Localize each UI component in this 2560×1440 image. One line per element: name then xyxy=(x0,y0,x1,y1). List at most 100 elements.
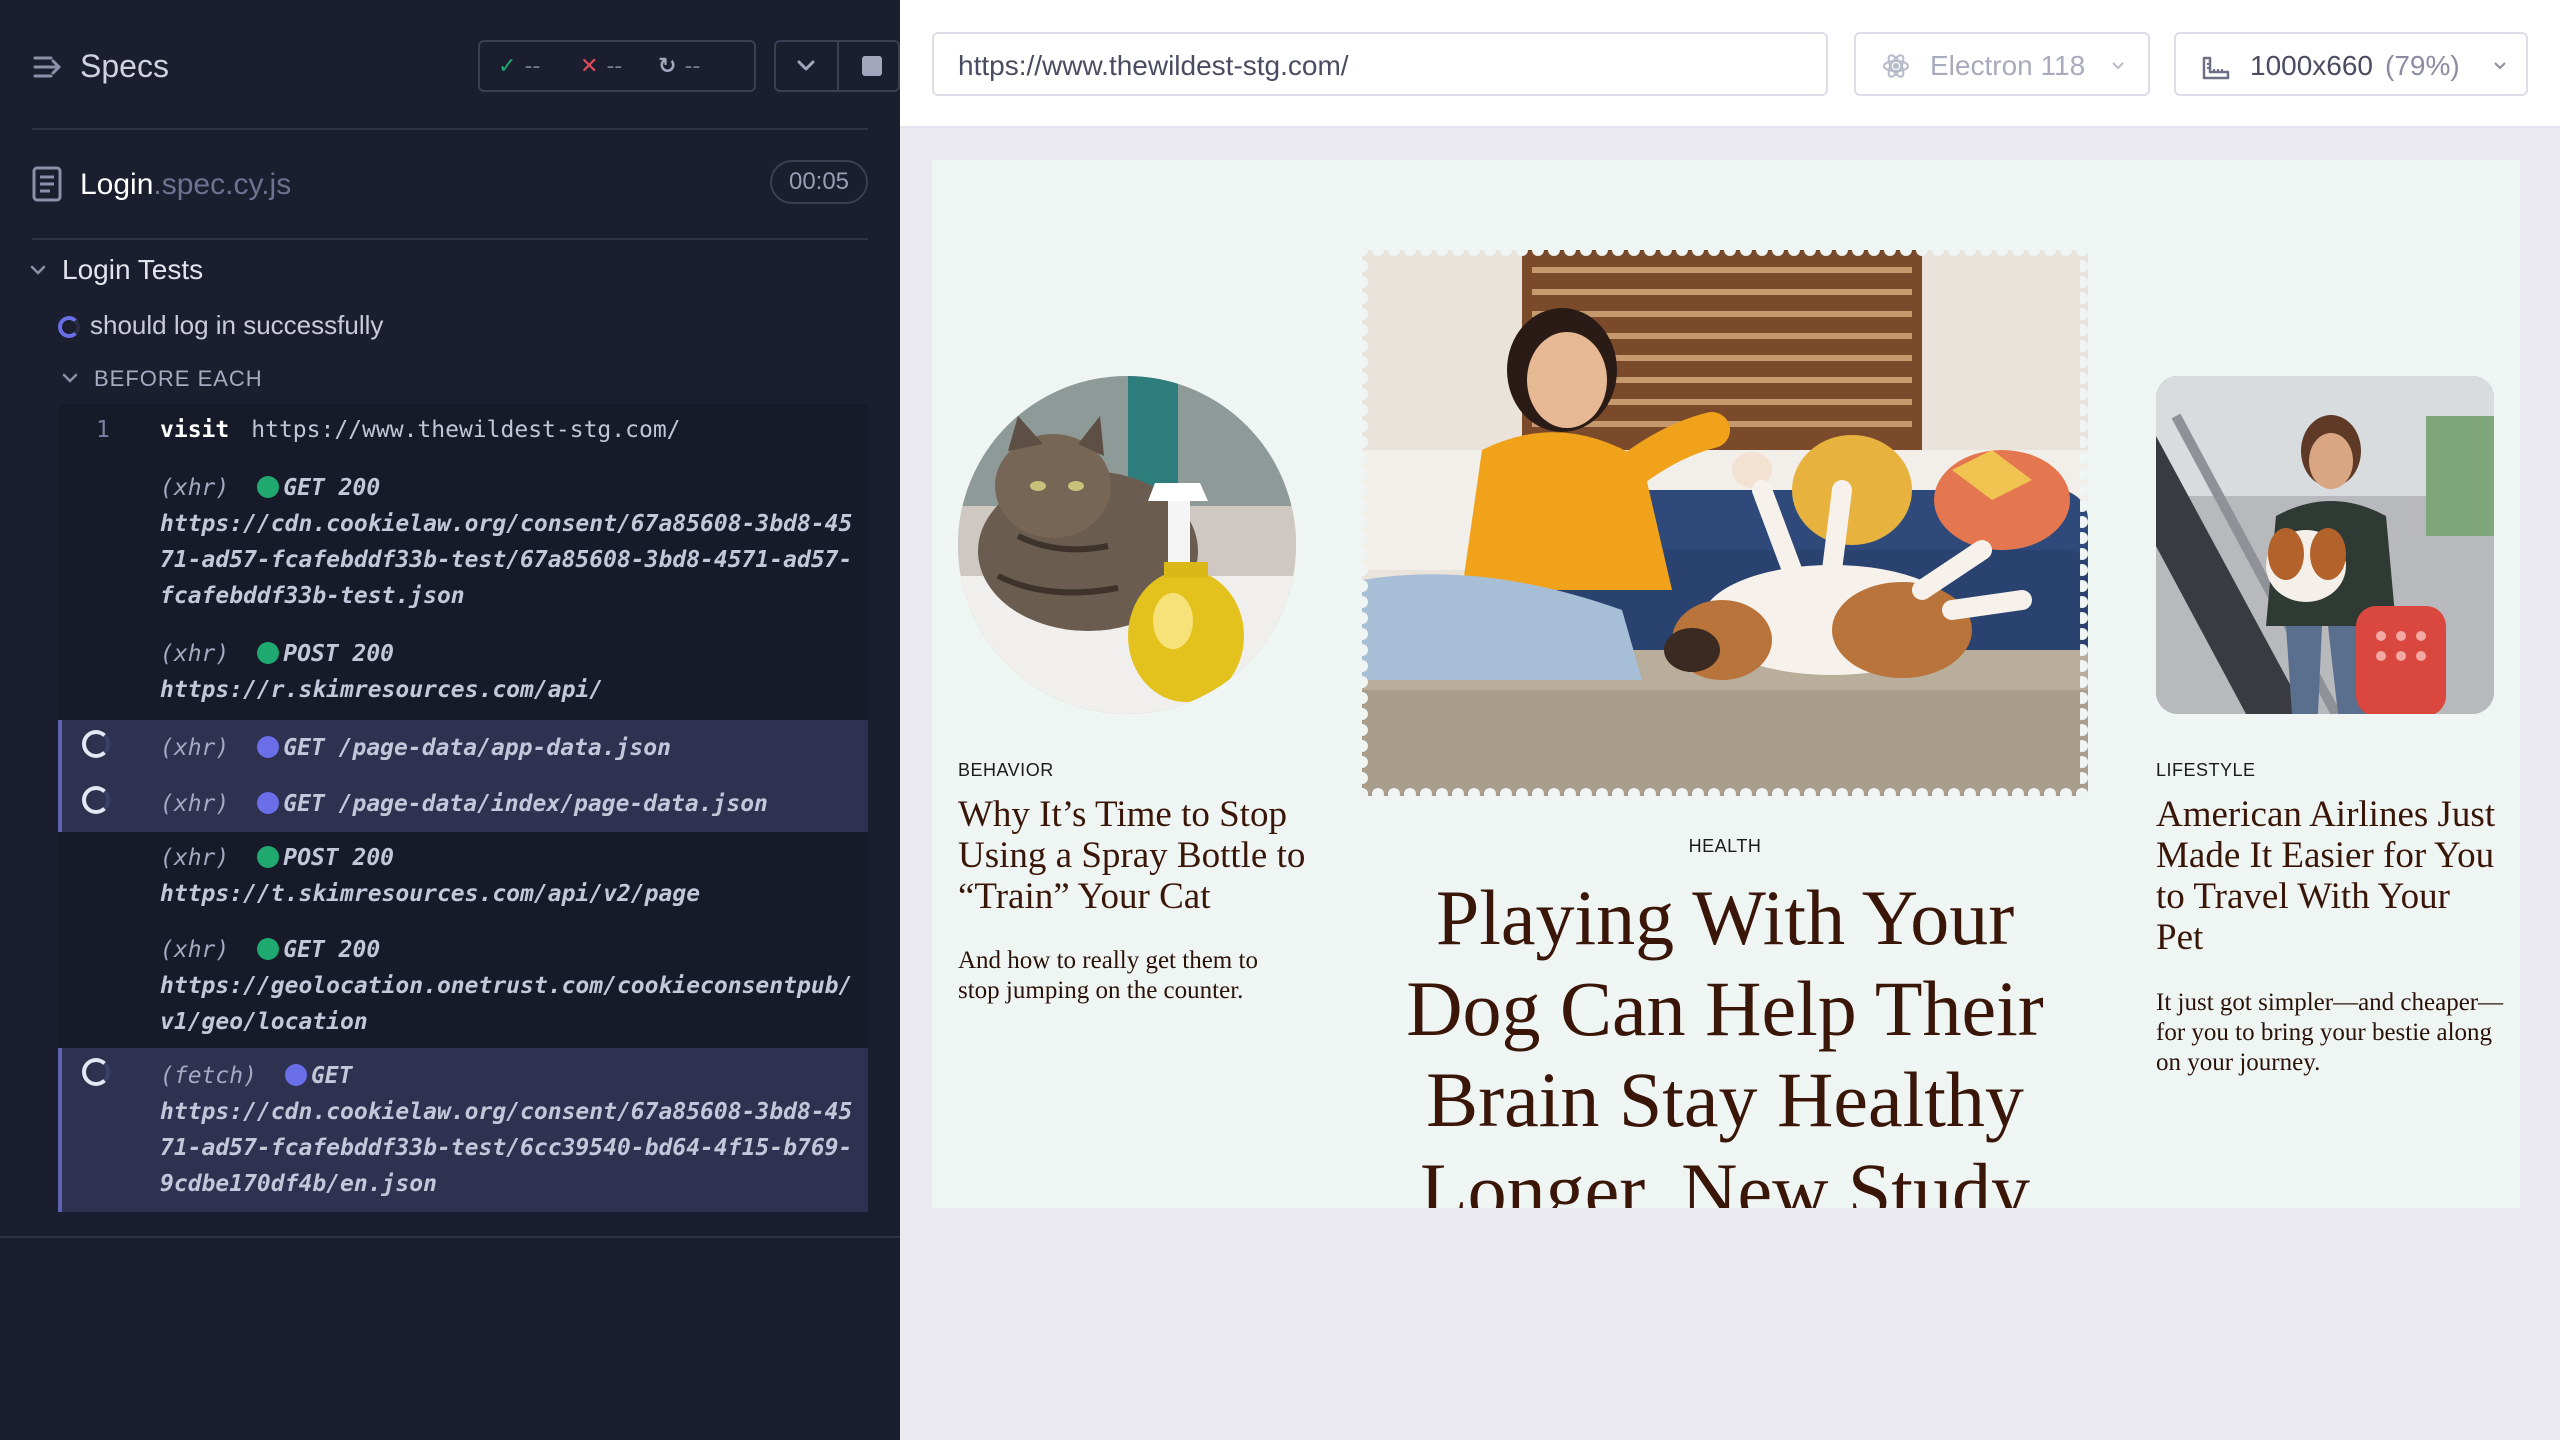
reporter-panel: Specs ✓ -- ✕ -- ↻ -- Login.spec.cy.js 00… xyxy=(0,0,900,1440)
viewport-dimensions: 1000x660 xyxy=(2250,50,2374,81)
viewport-selector[interactable]: 1000x660 (79%) xyxy=(2174,32,2528,96)
status-dot xyxy=(257,846,280,868)
travel-photo[interactable] xyxy=(2156,376,2494,714)
specs-header: Specs ✓ -- ✕ -- ↻ -- xyxy=(32,40,900,92)
x-icon: ✕ xyxy=(580,54,599,79)
story-headline[interactable]: Playing With Your Dog Can Help Their Bra… xyxy=(1372,872,2078,1208)
failed-count: -- xyxy=(606,54,623,79)
test-title: should log in successfully xyxy=(90,310,384,340)
url-bar[interactable]: https://www.thewildest-stg.com/ xyxy=(932,32,1828,96)
stats-bar: ✓ -- ✕ -- ↻ -- xyxy=(478,40,756,92)
electron-icon xyxy=(1883,54,1909,78)
story-category[interactable]: LIFESTYLE xyxy=(2156,760,2256,781)
divider xyxy=(32,128,868,130)
command-message: https://www.thewildest-stg.com/ xyxy=(251,417,681,443)
request-url: https://geolocation.onetrust.com/cookiec… xyxy=(160,973,853,1035)
command-row[interactable]: (xhr) POST 200 https://r.skimresources.com… xyxy=(58,636,868,716)
check-icon: ✓ xyxy=(498,54,517,79)
command-row-pending[interactable]: (fetch) GET https://cdn.cookielaw.org/cons… xyxy=(58,1048,868,1212)
spec-file-header: Login.spec.cy.js 00:05 xyxy=(32,160,868,208)
duration-badge: 00:05 xyxy=(770,160,868,204)
command-row-pending[interactable]: (xhr) GET /page-data/app-data.json xyxy=(58,720,868,776)
file-icon xyxy=(32,166,62,202)
spec-file-name[interactable]: Login.spec.cy.js xyxy=(80,168,291,202)
travel-illustration xyxy=(2156,376,2494,714)
request-url: https://cdn.cookielaw.org/consent/67a856… xyxy=(160,511,853,609)
chevron-down-icon[interactable] xyxy=(794,54,818,78)
dog-photo[interactable] xyxy=(1362,250,2088,796)
request-type: (xhr) xyxy=(160,641,230,667)
viewport-size: 1000x660 (79%) xyxy=(2250,50,2460,82)
spinner-icon xyxy=(82,730,110,758)
request-method: GET xyxy=(310,1063,353,1089)
stop-icon[interactable] xyxy=(862,56,882,76)
request-method: GET 200 xyxy=(283,475,381,501)
passed-stat: ✓ -- xyxy=(498,54,540,79)
story-category-label: HEALTH xyxy=(1688,836,1762,856)
chevron-down-icon[interactable] xyxy=(60,368,80,388)
spinner-icon: ↻ xyxy=(658,54,677,79)
spec-file-base: Login xyxy=(80,168,154,201)
aut-header: https://www.thewildest-stg.com/ Electron… xyxy=(900,0,2560,128)
status-dot xyxy=(257,736,280,758)
command-row[interactable]: 1 visit https://www.thewildest-stg.com/ xyxy=(58,404,868,458)
story-category[interactable]: HEALTH xyxy=(1362,836,2088,857)
url-text: https://www.thewildest-stg.com/ xyxy=(958,50,1349,81)
command-row-pending[interactable]: (xhr) GET /page-data/index/page-data.json xyxy=(58,776,868,832)
command-row[interactable]: (xhr) GET 200 https://geolocation.onetrust… xyxy=(58,932,868,1044)
story-headline[interactable]: American Airlines Just Made It Easier fo… xyxy=(2156,794,2506,958)
divider xyxy=(0,1236,900,1238)
request-url: https://cdn.cookielaw.org/consent/67a856… xyxy=(160,1099,853,1197)
specs-icon[interactable] xyxy=(32,52,62,82)
request-url: https://r.skimresources.com/api/ xyxy=(160,677,604,703)
command-log: 1 visit https://www.thewildest-stg.com/ (… xyxy=(58,404,868,1212)
status-dot xyxy=(257,938,280,960)
request-method: GET 200 xyxy=(283,937,381,963)
cat-photo[interactable] xyxy=(958,376,1296,714)
status-dot xyxy=(257,476,280,498)
chevron-down-icon xyxy=(2494,62,2506,70)
spinner-icon xyxy=(82,786,110,814)
viewport-ruler-icon xyxy=(2202,56,2230,80)
divider xyxy=(32,238,868,240)
request-type: (xhr) xyxy=(160,735,230,761)
status-dot xyxy=(257,792,280,814)
request-method: POST 200 xyxy=(283,641,395,667)
failed-stat: ✕ -- xyxy=(580,54,622,79)
spinner-icon xyxy=(58,316,80,338)
chevron-down-icon xyxy=(2112,62,2124,70)
request-type: (fetch) xyxy=(160,1063,257,1089)
passed-count: -- xyxy=(524,54,541,79)
browser-selector[interactable]: Electron 118 xyxy=(1854,32,2150,96)
command-row[interactable]: (xhr) GET 200 https://cdn.cookielaw.org/co… xyxy=(58,470,868,620)
cat-illustration xyxy=(958,376,1296,714)
request-method: POST 200 xyxy=(283,845,395,871)
request-method: GET /page-data/app-data.json xyxy=(283,735,671,761)
spinner-icon xyxy=(82,1058,110,1086)
request-type: (xhr) xyxy=(160,475,230,501)
pending-stat: ↻ -- xyxy=(658,54,700,79)
pending-count: -- xyxy=(684,54,701,79)
story-headline[interactable]: Why It’s Time to Stop Using a Spray Bott… xyxy=(958,794,1318,917)
status-dot xyxy=(257,642,280,664)
specs-title[interactable]: Specs xyxy=(80,48,169,85)
hook-title: BEFORE EACH xyxy=(94,366,263,391)
dog-illustration xyxy=(1362,250,2088,796)
command-row[interactable]: (xhr) POST 200 https://t.skimresources.com… xyxy=(58,840,868,920)
app-under-test-frame: BEHAVIOR Why It’s Time to Stop Using a S… xyxy=(932,160,2520,1208)
browser-name: Electron 118 xyxy=(1930,50,2086,81)
spec-file-ext: .spec.cy.js xyxy=(153,168,292,201)
run-controls xyxy=(774,40,900,92)
request-type: (xhr) xyxy=(160,845,230,871)
request-url: https://t.skimresources.com/api/v2/page xyxy=(160,881,701,907)
story-dek: It just got simpler—and cheaper—for you … xyxy=(2156,989,2504,1076)
suite-title: Login Tests xyxy=(62,254,204,285)
chevron-down-icon[interactable] xyxy=(28,260,48,280)
divider xyxy=(837,42,839,90)
request-type: (xhr) xyxy=(160,937,230,963)
story-category[interactable]: BEHAVIOR xyxy=(958,760,1054,781)
viewport-scale: (79%) xyxy=(2385,50,2460,81)
request-method: GET /page-data/index/page-data.json xyxy=(283,791,768,817)
command-name: visit xyxy=(160,417,230,443)
story-dek: And how to really get them to stop jumpi… xyxy=(958,947,1258,1004)
